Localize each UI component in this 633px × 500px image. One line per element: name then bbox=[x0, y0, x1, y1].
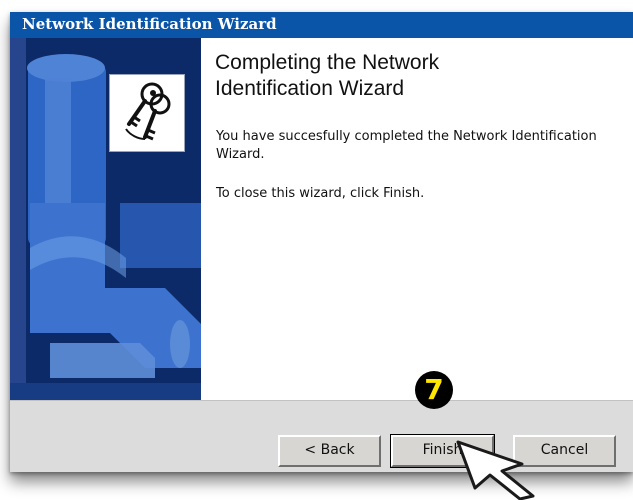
screenshot-page: Network Identification Wizard Completing… bbox=[0, 0, 633, 500]
cursor-arrow-icon bbox=[456, 440, 535, 500]
wizard-side-panel bbox=[10, 38, 201, 400]
step-number-badge: 7 bbox=[415, 371, 453, 409]
wizard-window: Network Identification Wizard Completing… bbox=[10, 12, 633, 472]
keys-icon bbox=[125, 82, 171, 141]
heading-line-1: Completing the Network bbox=[215, 51, 440, 74]
wizard-heading: Completing the Network Identification Wi… bbox=[215, 50, 515, 102]
heading-line-2: Identification Wizard bbox=[215, 77, 405, 100]
back-button[interactable]: < Back bbox=[278, 435, 381, 467]
window-title: Network Identification Wizard bbox=[10, 12, 633, 38]
keys-icon-box bbox=[109, 74, 185, 152]
wizard-content: Completing the Network Identification Wi… bbox=[201, 38, 633, 400]
completion-message: You have succesfully completed the Netwo… bbox=[216, 129, 597, 162]
finish-instruction: To close this wizard, click Finish. bbox=[216, 186, 425, 201]
